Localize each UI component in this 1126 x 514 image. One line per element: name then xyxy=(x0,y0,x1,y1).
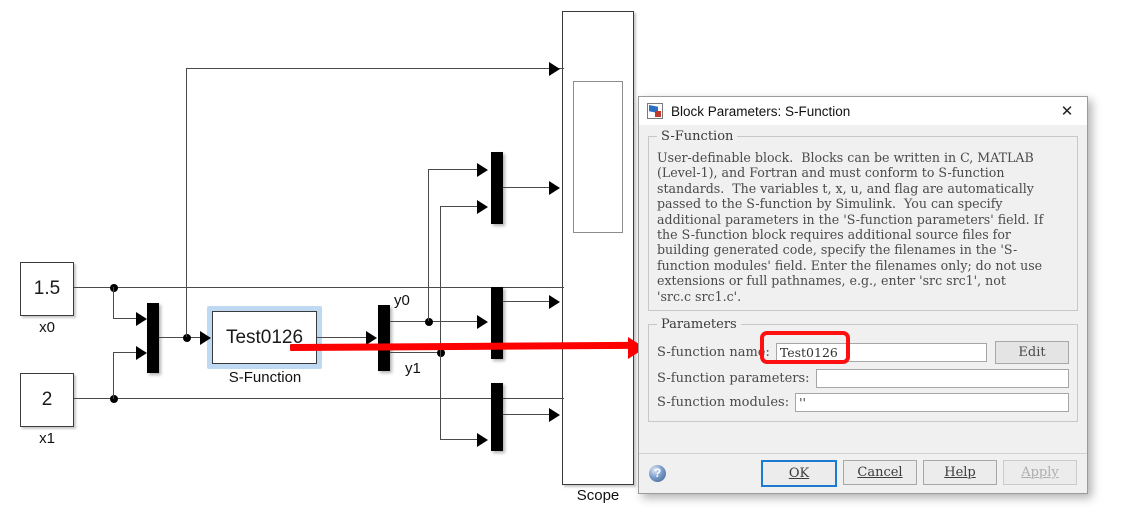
demux-label-y0: y0 xyxy=(394,292,410,309)
wire-botmux-out xyxy=(503,414,551,416)
constant-label-x1: x1 xyxy=(39,430,55,447)
sfunction-modules-input[interactable]: '' xyxy=(795,393,1069,413)
dialog-buttons: OK Cancel Help Apply xyxy=(761,460,1077,487)
wire-sfunction-out xyxy=(317,337,369,339)
ok-button[interactable]: OK xyxy=(761,460,837,487)
scope-inner-rect xyxy=(573,81,623,233)
wire-midmux-out xyxy=(503,301,551,303)
sfunction-body[interactable]: Test0126 xyxy=(212,311,317,364)
parameters-group-legend: Parameters xyxy=(661,317,737,333)
row-sfunction-parameters: S-function parameters: xyxy=(657,369,1069,389)
sfunction-label: S-Function xyxy=(228,369,302,386)
wire-x0-to-mux xyxy=(113,318,138,320)
wire-y1-down xyxy=(440,352,442,440)
arrow-sfunction-in xyxy=(200,331,211,345)
dialog-title: Block Parameters: S-Function xyxy=(671,103,851,119)
help-button[interactable]: Help xyxy=(923,460,997,485)
sfunction-description-text: User-definable block. Blocks can be writ… xyxy=(657,150,1044,304)
wire-y0-to-topmux xyxy=(428,169,480,171)
constant-value-x1: 2 xyxy=(41,389,53,410)
wire-feedback-to-scope xyxy=(186,68,564,70)
mux-scope-bottom[interactable] xyxy=(491,383,503,451)
wire-y0-up xyxy=(428,169,430,321)
wire-x1-to-mux xyxy=(113,352,138,354)
wire-y0 xyxy=(390,321,479,323)
sfunction-modules-label: S-function modules: xyxy=(657,395,790,411)
wire-feedback-up xyxy=(186,68,188,337)
sfunction-block[interactable]: Test0126 xyxy=(207,306,322,369)
demux-block[interactable] xyxy=(378,305,390,371)
arrow-scope-in3 xyxy=(549,295,560,309)
wire-mux-to-sfunction xyxy=(159,337,202,339)
scope-label: Scope xyxy=(576,487,620,504)
dialog-titlebar[interactable]: Block Parameters: S-Function ✕ xyxy=(639,97,1087,125)
dialog-button-bar: ? OK Cancel Help Apply xyxy=(639,453,1087,493)
constant-block-x0[interactable]: 1.5 xyxy=(20,262,74,316)
sfunction-group-legend: S-Function xyxy=(661,129,734,144)
row-sfunction-name: S-function name: Test0126 Edit xyxy=(657,341,1069,365)
constant-block-x1[interactable]: 2 xyxy=(20,373,74,427)
sfunction-parameters-label: S-function parameters: xyxy=(657,371,810,387)
demux-label-y1: y1 xyxy=(405,360,421,377)
arrow-mux-in1 xyxy=(136,312,147,326)
sfunction-parameters-input[interactable] xyxy=(815,369,1069,389)
parameters-group: Parameters S-function name: Test0126 Edi… xyxy=(648,317,1078,423)
arrow-top-mux-in2 xyxy=(477,200,488,214)
arrow-mid-mux-in2 xyxy=(477,315,488,329)
wire-x1-up xyxy=(113,352,115,399)
close-icon[interactable]: ✕ xyxy=(1047,97,1087,125)
arrow-mux-in2 xyxy=(136,346,147,360)
arrow-bot-mux-in2 xyxy=(477,433,488,447)
wire-y1-to-botmux xyxy=(440,439,480,441)
edit-button[interactable]: Edit xyxy=(995,341,1069,365)
constant-value-x0: 1.5 xyxy=(33,278,61,299)
sfunction-description-group: S-Function User-definable block. Blocks … xyxy=(648,129,1078,312)
cancel-button[interactable]: Cancel xyxy=(843,460,917,485)
arrow-scope-in4 xyxy=(549,408,560,422)
arrow-top-mux-in1 xyxy=(477,163,488,177)
mux-input[interactable] xyxy=(147,303,159,373)
wire-topmux-out xyxy=(503,187,551,189)
sfunction-name-label: S-function name: xyxy=(657,345,770,361)
apply-button: Apply xyxy=(1003,460,1077,485)
constant-label-x0: x0 xyxy=(39,319,55,336)
arrow-scope-in2 xyxy=(549,181,560,195)
block-parameters-dialog[interactable]: Block Parameters: S-Function ✕ S-Functio… xyxy=(638,96,1088,494)
row-sfunction-modules: S-function modules: '' xyxy=(657,393,1069,413)
mux-scope-top[interactable] xyxy=(491,152,503,224)
dialog-body: S-Function User-definable block. Blocks … xyxy=(639,125,1087,423)
wire-y1-to-topmux xyxy=(440,206,480,208)
simulink-block-icon xyxy=(647,103,663,119)
sfunction-name-input[interactable]: Test0126 xyxy=(775,343,987,363)
help-icon[interactable]: ? xyxy=(649,465,666,482)
wire-y1-up xyxy=(440,206,442,352)
wire-x0-down xyxy=(113,287,115,319)
arrow-scope-in1 xyxy=(549,62,560,76)
